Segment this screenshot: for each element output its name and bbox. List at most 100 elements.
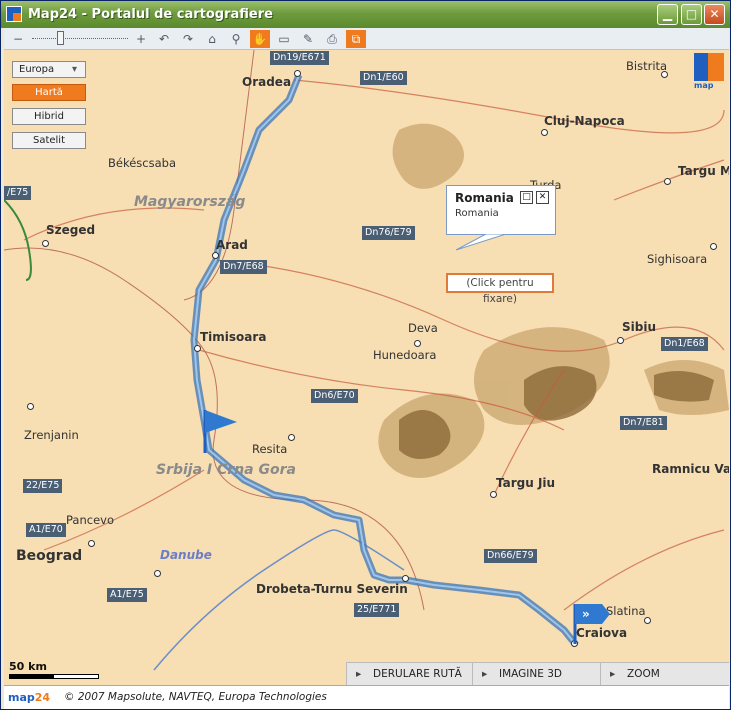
info-popup: Romania Romania □ ✕ — [446, 185, 556, 235]
label-oradea: Oradea — [242, 75, 292, 89]
click-to-fix-button[interactable]: (Click pentru fixare) — [446, 273, 554, 305]
scale-bar — [9, 674, 99, 679]
route-scroll-button[interactable]: DERULARE RUTĂ — [346, 663, 472, 685]
undo-icon[interactable]: ↶ — [154, 30, 174, 48]
city-marker-targum[interactable] — [664, 178, 671, 185]
city-marker-arad[interactable] — [212, 252, 219, 259]
zoom-slider-handle[interactable] — [57, 31, 64, 45]
label-szeged: Szeged — [46, 223, 96, 237]
river-label-danube: Danube — [160, 548, 212, 562]
city-marker-slatina[interactable] — [644, 617, 651, 624]
label-resita: Resita — [252, 442, 288, 456]
city-marker-cluj[interactable] — [541, 129, 548, 136]
print-icon[interactable]: ⎙ — [322, 30, 342, 48]
road-shield: Dn76/E79 — [362, 226, 415, 240]
map-toolbar: − + ↶ ↷ ⌂ ⚲ ✋ ▭ ✎ ⎙ ⧉ — [4, 28, 729, 50]
road-shield: Dn19/E671 — [270, 51, 329, 65]
road-shield: A1/E75 — [107, 588, 147, 602]
country-label-serbia: Srbija I Crna Gora — [156, 462, 296, 478]
city-marker-sighisoara[interactable] — [710, 243, 717, 250]
close-button[interactable]: ✕ — [704, 4, 725, 25]
copyright-text: © 2007 Mapsolute, NAVTEQ, Europa Technol… — [64, 691, 327, 703]
zoom-slider-track[interactable] — [32, 38, 128, 39]
label-pancevo: Pancevo — [66, 513, 114, 527]
city-marker-sibiu[interactable] — [617, 337, 624, 344]
label-ramnicu: Ramnicu Va — [652, 462, 729, 476]
road-shield: /E75 — [4, 186, 32, 200]
zoom-button[interactable]: ZOOM — [600, 663, 729, 685]
window-title: Map24 - Portalul de cartografiere — [28, 7, 273, 22]
popup-body: Romania — [455, 208, 499, 219]
edit-icon[interactable]: ✎ — [298, 30, 318, 48]
route-start-flag-icon[interactable] — [202, 405, 242, 455]
label-arad: Arad — [216, 238, 248, 252]
map24-logo: map — [694, 53, 724, 90]
zoom-in-icon[interactable]: + — [131, 30, 151, 48]
city-marker-resita[interactable] — [288, 434, 295, 441]
map-canvas[interactable]: map Europa Hartă Hibrid Satelit Oradea B… — [4, 50, 729, 685]
city-marker-oradea[interactable] — [294, 70, 301, 77]
home-icon[interactable]: ⌂ — [202, 30, 222, 48]
popup-pointer — [456, 234, 507, 251]
city-marker-szeged[interactable] — [42, 240, 49, 247]
label-hunedoara: Hunedoara — [373, 348, 437, 362]
road-shield: A1/E70 — [26, 523, 66, 537]
city-marker-danube-town[interactable] — [154, 570, 161, 577]
logo-square-blue-2 — [694, 67, 708, 81]
footer: map24 © 2007 Mapsolute, NAVTEQ, Europa T… — [4, 685, 729, 709]
route-end-flag-icon[interactable]: » — [572, 602, 612, 647]
measure-icon[interactable]: ▭ — [274, 30, 294, 48]
road-shield: 25/E771 — [354, 603, 400, 617]
label-deva: Deva — [408, 321, 438, 335]
road-shield: Dn1/E68 — [661, 337, 708, 351]
new-window-icon[interactable]: ⧉ — [346, 30, 366, 48]
footer-logo-text: map — [8, 691, 35, 704]
road-shield: Dn7/E68 — [220, 260, 267, 274]
map-type-hibrid-button[interactable]: Hibrid — [12, 108, 86, 125]
city-marker-deva[interactable] — [414, 340, 421, 347]
image-3d-button[interactable]: IMAGINE 3D — [472, 663, 600, 685]
label-beograd: Beograd — [16, 548, 83, 564]
pan-hand-icon[interactable]: ✋ — [250, 30, 270, 48]
label-timisoara: Timisoara — [200, 330, 267, 344]
pin-icon[interactable]: ⚲ — [226, 30, 246, 48]
city-marker-timisoara[interactable] — [194, 345, 201, 352]
popup-close-icon[interactable]: ✕ — [536, 191, 549, 204]
app-window: Map24 - Portalul de cartografiere ▁ □ ✕ … — [0, 0, 731, 710]
footer-logo: map24 — [8, 691, 50, 704]
label-zrenjanin: Zrenjanin — [24, 428, 79, 442]
country-label-hungary: Magyarország — [134, 194, 246, 210]
label-bistrita: Bistrita — [626, 59, 668, 73]
logo-text: map — [694, 81, 714, 90]
city-marker-drobeta[interactable] — [402, 575, 409, 582]
svg-text:»: » — [582, 607, 590, 621]
logo-square-orange — [708, 53, 724, 81]
app-logo-icon — [6, 6, 22, 22]
footer-logo-number: 24 — [34, 691, 51, 704]
logo-square-blue — [694, 53, 708, 67]
city-marker-beograd[interactable] — [88, 540, 95, 547]
popup-title: Romania — [455, 191, 514, 205]
redo-icon[interactable]: ↷ — [178, 30, 198, 48]
zoom-out-icon[interactable]: − — [8, 30, 28, 48]
road-shield: Dn66/E79 — [484, 549, 537, 563]
map-type-satelit-button[interactable]: Satelit — [12, 132, 86, 149]
label-cluj: Cluj-Napoca — [544, 114, 625, 128]
maximize-button[interactable]: □ — [681, 4, 702, 25]
road-shield: 22/E75 — [23, 479, 63, 493]
minimize-button[interactable]: ▁ — [657, 4, 678, 25]
label-drobeta: Drobeta-Turnu Severin — [256, 582, 408, 596]
region-select[interactable]: Europa — [12, 61, 86, 78]
city-marker-targujiu[interactable] — [490, 491, 497, 498]
label-targujiu: Targu Jiu — [496, 476, 556, 490]
title-bar[interactable]: Map24 - Portalul de cartografiere ▁ □ ✕ — [1, 1, 730, 28]
popup-maximize-icon[interactable]: □ — [520, 191, 533, 204]
city-marker-zrenjanin[interactable] — [27, 403, 34, 410]
map-type-harta-button[interactable]: Hartă — [12, 84, 86, 101]
label-sibiu: Sibiu — [622, 320, 657, 334]
label-bekescsaba: Békéscsaba — [108, 156, 176, 170]
road-shield: Dn1/E60 — [360, 71, 407, 85]
scale-label: 50 km — [9, 660, 47, 673]
label-targum: Targu M — [678, 164, 729, 178]
map-action-bar: DERULARE RUTĂ IMAGINE 3D ZOOM — [346, 662, 729, 685]
